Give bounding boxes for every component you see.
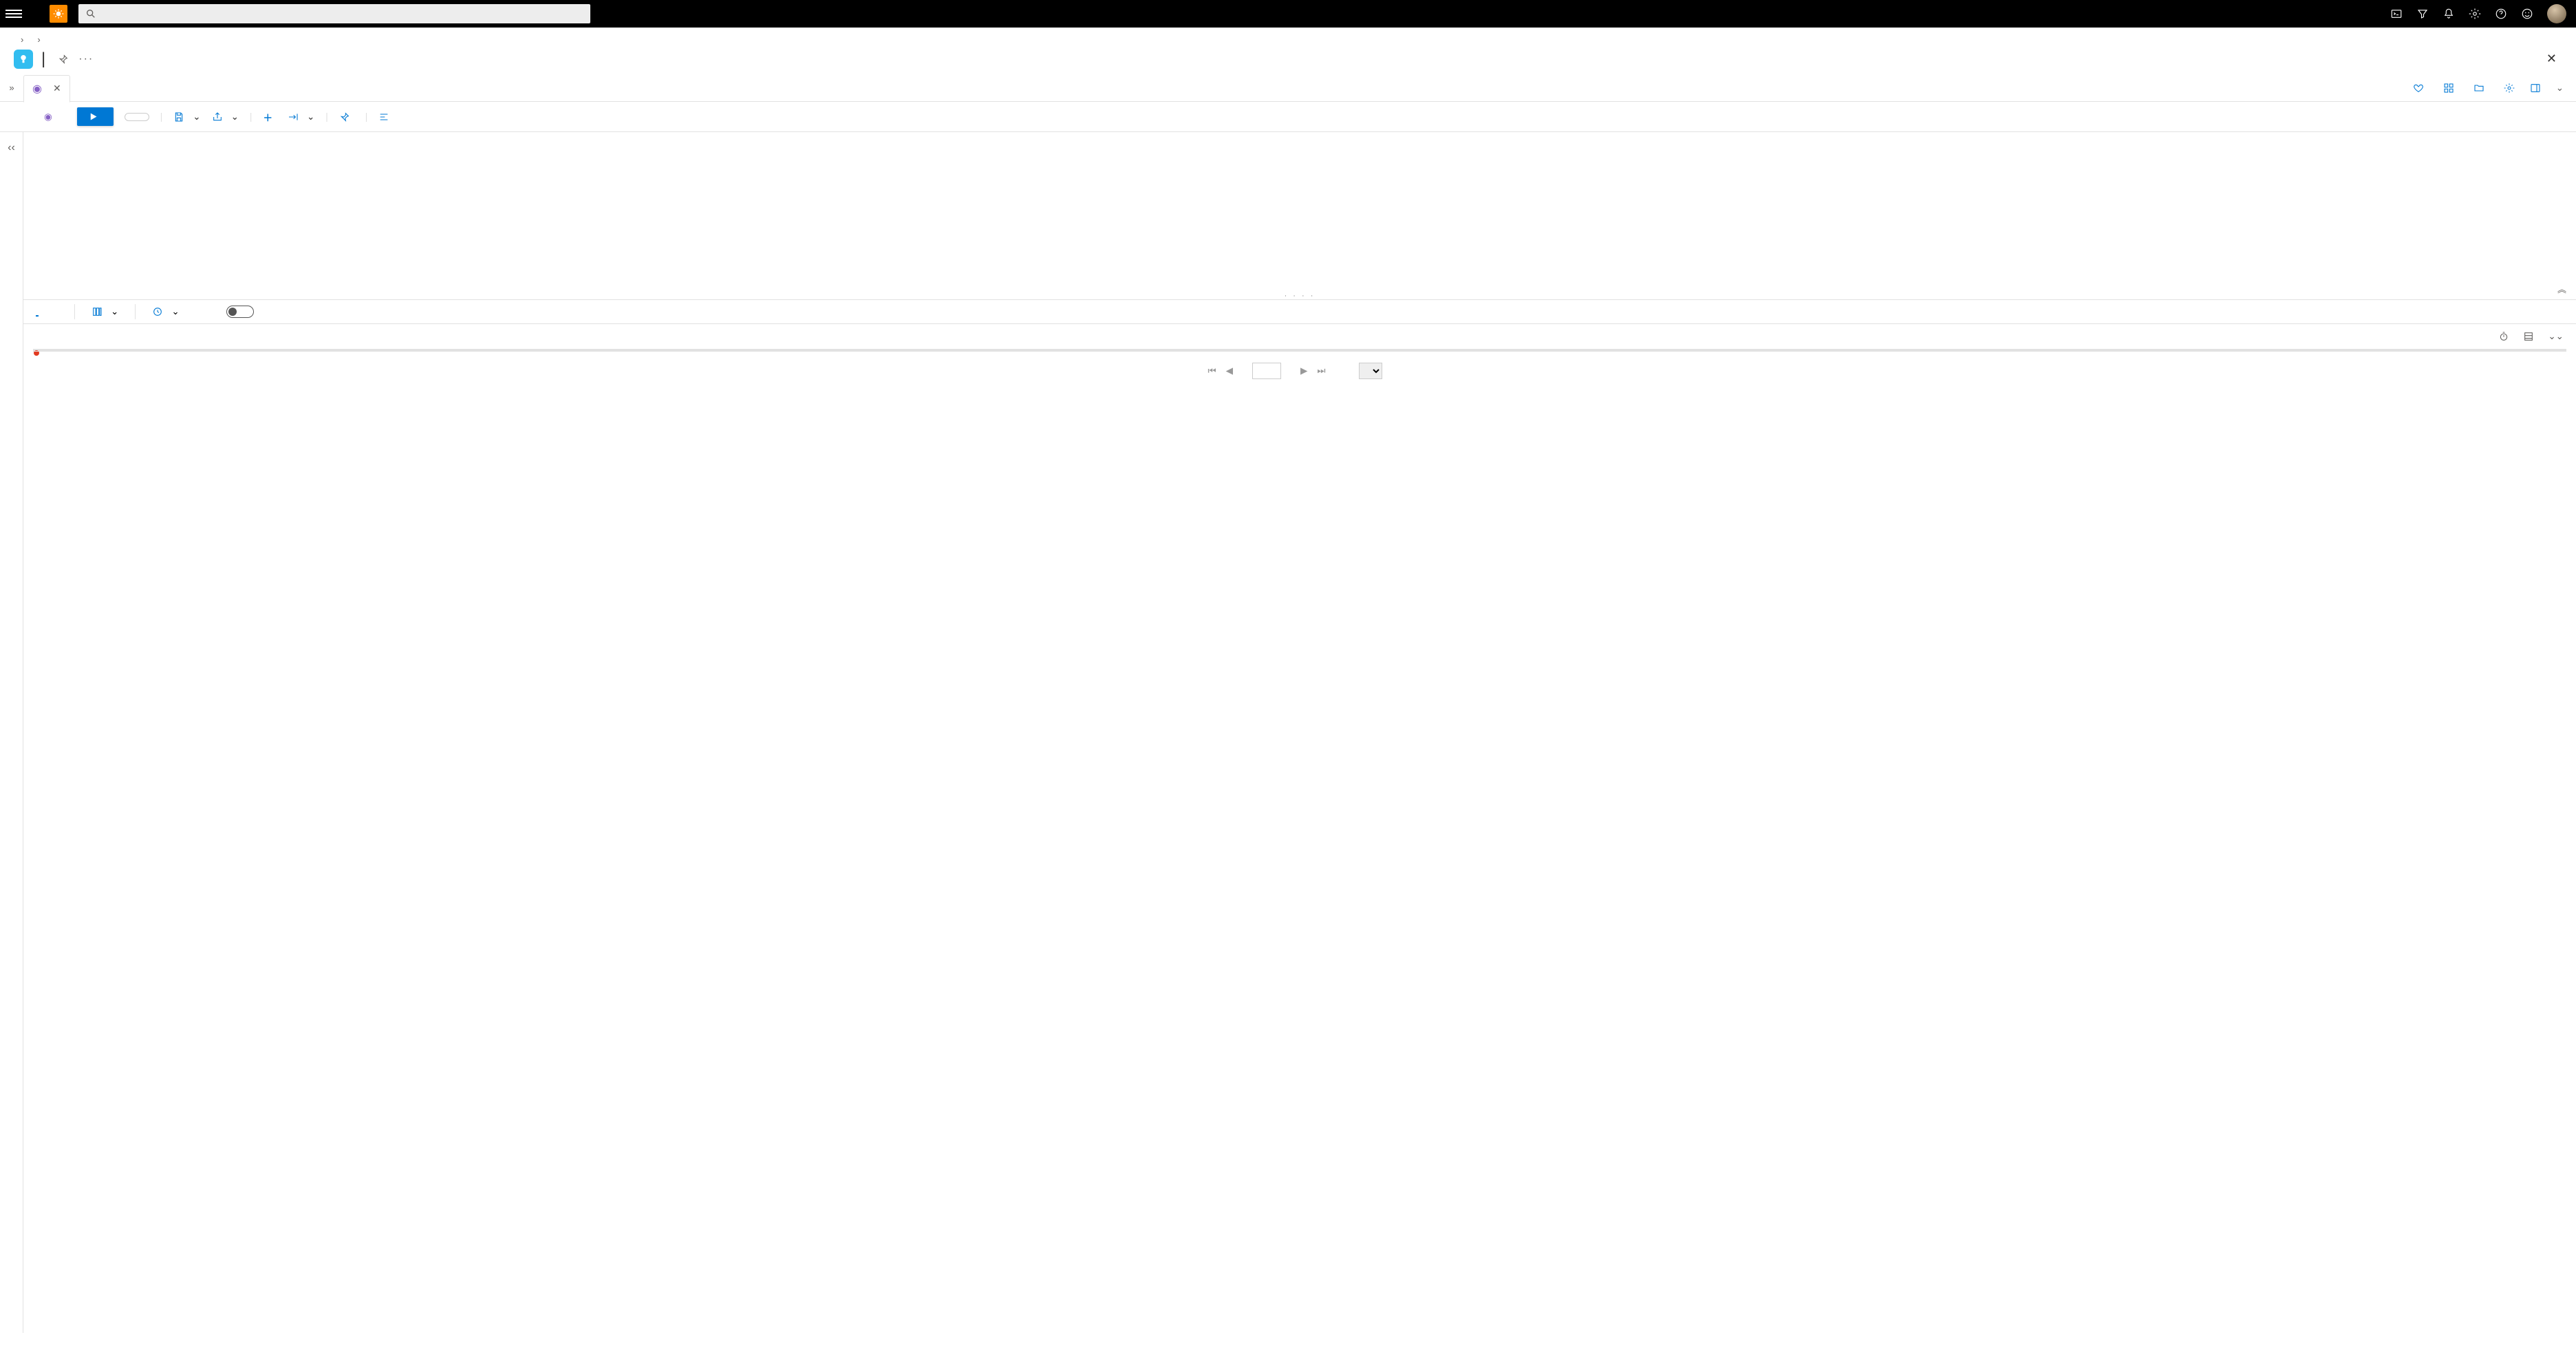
editor-gutter <box>23 132 55 299</box>
panel-icon[interactable] <box>2530 83 2541 94</box>
save-button[interactable]: ⌄ <box>173 111 200 122</box>
tab-chart[interactable] <box>55 308 58 316</box>
stopwatch-icon <box>2498 331 2509 342</box>
queries-button[interactable] <box>2443 83 2458 94</box>
global-topbar <box>0 0 2576 28</box>
page-input[interactable] <box>1252 363 1281 379</box>
next-page-icon[interactable]: ▶ <box>1300 365 1307 376</box>
display-time-button[interactable]: ⌄ <box>152 306 179 317</box>
run-button[interactable] <box>77 107 114 126</box>
columns-button[interactable]: ⌄ <box>92 306 118 317</box>
format-button[interactable] <box>378 111 394 122</box>
records-badge <box>2523 331 2534 342</box>
bug-icon[interactable] <box>50 5 67 23</box>
expand-handle-icon[interactable]: » <box>0 83 23 93</box>
title-row: | ··· ✕ <box>0 49 2576 70</box>
hamburger-icon[interactable] <box>6 10 22 18</box>
feedback-button[interactable] <box>2413 83 2428 94</box>
last-page-icon[interactable]: ⏭ <box>1317 365 1325 376</box>
cloud-shell-icon[interactable] <box>2390 8 2403 20</box>
chevron-left-icon[interactable]: ‹‹ <box>8 142 15 154</box>
columns-icon <box>92 306 103 317</box>
main-split: ‹‹ · · · · ︽ ⌄ ⌄ <box>0 132 2576 1333</box>
pin-icon[interactable] <box>58 54 69 65</box>
chevron-right-icon: › <box>21 34 23 45</box>
smile-icon[interactable] <box>2521 8 2533 20</box>
prev-page-icon[interactable]: ◀ <box>1226 365 1233 376</box>
gear-icon[interactable] <box>2469 8 2481 20</box>
chevron-down-icon: ⌄ <box>307 111 314 122</box>
query-toolbar: ◉ | ⌄ ⌄ | ＋ ⌄ | | <box>0 102 2576 132</box>
settings-icon[interactable] <box>2504 83 2515 94</box>
breadcrumb: › › <box>0 28 2576 49</box>
bulb-icon: ◉ <box>32 82 42 96</box>
close-blade-button[interactable]: ✕ <box>2541 49 2562 69</box>
export-button[interactable]: ⌄ <box>288 111 314 122</box>
clock-icon <box>152 306 163 317</box>
grid-icon <box>2443 83 2454 94</box>
folder-icon <box>2473 83 2484 94</box>
help-icon[interactable] <box>2495 8 2507 20</box>
search-icon <box>85 8 96 19</box>
new-alert-button[interactable]: ＋ <box>263 110 277 124</box>
share-icon <box>212 111 223 122</box>
appinsights-icon <box>14 50 33 69</box>
page-title-section: | <box>41 50 45 68</box>
plus-icon: ＋ <box>263 110 272 124</box>
bulb-icon: ◉ <box>44 111 52 122</box>
results-status: ⌄⌄ <box>23 324 2576 349</box>
chevron-down-icon: ⌄ <box>171 306 179 317</box>
chevron-down-icon: ⌄ <box>231 111 239 122</box>
filter-icon[interactable] <box>2416 8 2429 20</box>
page-size-select[interactable] <box>1359 363 1382 379</box>
query-editor[interactable]: · · · · ︽ <box>23 132 2576 300</box>
export-icon <box>288 111 299 122</box>
close-tab-icon[interactable]: ✕ <box>53 83 61 94</box>
play-icon <box>88 111 98 122</box>
first-page-icon[interactable]: ⏮ <box>1208 365 1216 376</box>
avatar[interactable] <box>2547 4 2566 23</box>
chevron-down-icon[interactable]: ⌄ <box>2556 83 2564 94</box>
duration-badge <box>2498 331 2509 342</box>
heart-icon <box>2413 83 2424 94</box>
chevron-right-icon: › <box>37 34 40 45</box>
bell-icon[interactable] <box>2443 8 2455 20</box>
share-button[interactable]: ⌄ <box>212 111 239 122</box>
pin-button[interactable] <box>339 111 354 122</box>
chevron-down-icon: ⌄ <box>193 111 200 122</box>
resize-handle[interactable]: · · · · <box>1285 292 1316 300</box>
global-search[interactable] <box>78 4 590 23</box>
more-icon[interactable]: ··· <box>78 53 94 65</box>
grid-pager: ⏮ ◀ ▶ ⏭ <box>33 351 2566 390</box>
topbar-actions <box>2390 4 2570 23</box>
save-icon <box>173 111 184 122</box>
query-tab[interactable]: ◉ ✕ <box>23 75 70 103</box>
results-tab-strip: ⌄ ⌄ <box>23 300 2576 324</box>
group-columns-toggle[interactable] <box>226 306 254 318</box>
query-explorer-button[interactable] <box>2473 83 2489 94</box>
chevron-down-icon: ⌄ <box>111 306 118 317</box>
workspace: · · · · ︽ ⌄ ⌄ <box>23 132 2576 1333</box>
pin-icon <box>339 111 350 122</box>
records-icon <box>2523 331 2534 342</box>
collapse-editor-icon[interactable]: ︽ <box>2557 284 2566 295</box>
sidebar-handle: ‹‹ <box>0 132 23 1333</box>
editor-code[interactable] <box>55 132 2576 299</box>
format-icon <box>378 111 389 122</box>
time-range-picker[interactable] <box>125 113 149 121</box>
tab-results[interactable] <box>36 307 39 317</box>
tab-strip: » ◉ ✕ ⌄ <box>0 74 2576 102</box>
expand-results-icon[interactable]: ⌄⌄ <box>2548 331 2564 342</box>
